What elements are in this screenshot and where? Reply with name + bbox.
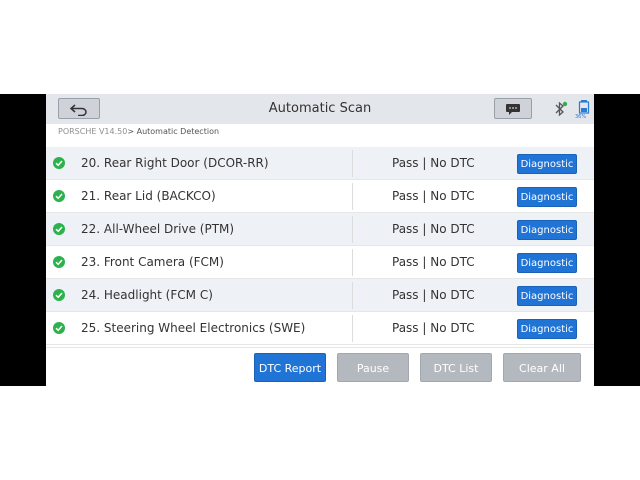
- list-item: 20. Rear Right Door (DCOR-RR) Pass | No …: [46, 147, 594, 180]
- message-icon: [506, 103, 520, 115]
- bluetooth-icon: [555, 101, 568, 117]
- list-item: 25. Steering Wheel Electronics (SWE) Pas…: [46, 312, 594, 345]
- column-divider: [352, 216, 353, 243]
- breadcrumb-separator: >: [127, 127, 135, 136]
- scan-status: Pass | No DTC: [392, 156, 475, 170]
- diagnostic-button[interactable]: Diagnostic: [517, 253, 577, 273]
- diagnostic-button[interactable]: Diagnostic: [517, 187, 577, 207]
- pause-button[interactable]: Pause: [337, 353, 409, 382]
- scan-status: Pass | No DTC: [392, 222, 475, 236]
- module-name: 24. Headlight (FCM C): [81, 288, 213, 302]
- scan-status: Pass | No DTC: [392, 255, 475, 269]
- scan-status: Pass | No DTC: [392, 288, 475, 302]
- clear-all-dtcs-button[interactable]: Clear All DTCs: [503, 353, 581, 382]
- diagnostic-button[interactable]: Diagnostic: [517, 220, 577, 240]
- back-button[interactable]: [58, 98, 100, 119]
- device-screen: Automatic Scan 36% PORSCHE V14.50> Autom…: [46, 94, 594, 386]
- breadcrumb-current: Automatic Detection: [136, 127, 220, 136]
- column-divider: [352, 150, 353, 177]
- module-name: 20. Rear Right Door (DCOR-RR): [81, 156, 269, 170]
- pass-check-icon: [53, 157, 65, 169]
- column-divider: [352, 249, 353, 276]
- diagnostic-button[interactable]: Diagnostic: [517, 154, 577, 174]
- module-name: 21. Rear Lid (BACKCO): [81, 189, 216, 203]
- pass-check-icon: [53, 289, 65, 301]
- column-divider: [352, 315, 353, 342]
- list-item: 21. Rear Lid (BACKCO) Pass | No DTC Diag…: [46, 180, 594, 213]
- scan-status: Pass | No DTC: [392, 321, 475, 335]
- back-arrow-icon: [69, 103, 87, 116]
- scan-results-list: 20. Rear Right Door (DCOR-RR) Pass | No …: [46, 147, 594, 347]
- pass-check-icon: [53, 223, 65, 235]
- breadcrumb-root[interactable]: PORSCHE V14.50: [58, 127, 127, 136]
- module-name: 23. Front Camera (FCM): [81, 255, 224, 269]
- module-name: 25. Steering Wheel Electronics (SWE): [81, 321, 306, 335]
- pass-check-icon: [53, 322, 65, 334]
- scan-status: Pass | No DTC: [392, 189, 475, 203]
- dtc-report-button[interactable]: DTC Report: [254, 353, 326, 382]
- pass-check-icon: [53, 256, 65, 268]
- action-bar: DTC Report Pause DTC List Clear All DTCs: [46, 347, 594, 386]
- message-button[interactable]: [494, 98, 532, 119]
- breadcrumb: PORSCHE V14.50> Automatic Detection: [58, 127, 219, 136]
- module-name: 22. All-Wheel Drive (PTM): [81, 222, 235, 236]
- diagnostic-button[interactable]: Diagnostic: [517, 319, 577, 339]
- pass-check-icon: [53, 190, 65, 202]
- column-divider: [352, 183, 353, 210]
- dtc-list-button[interactable]: DTC List: [420, 353, 492, 382]
- list-item: 23. Front Camera (FCM) Pass | No DTC Dia…: [46, 246, 594, 279]
- title-bar: Automatic Scan 36%: [46, 94, 594, 124]
- list-item: 24. Headlight (FCM C) Pass | No DTC Diag…: [46, 279, 594, 312]
- list-item: 22. All-Wheel Drive (PTM) Pass | No DTC …: [46, 213, 594, 246]
- column-divider: [352, 282, 353, 309]
- diagnostic-button[interactable]: Diagnostic: [517, 286, 577, 306]
- battery-level-text: 36%: [575, 114, 587, 120]
